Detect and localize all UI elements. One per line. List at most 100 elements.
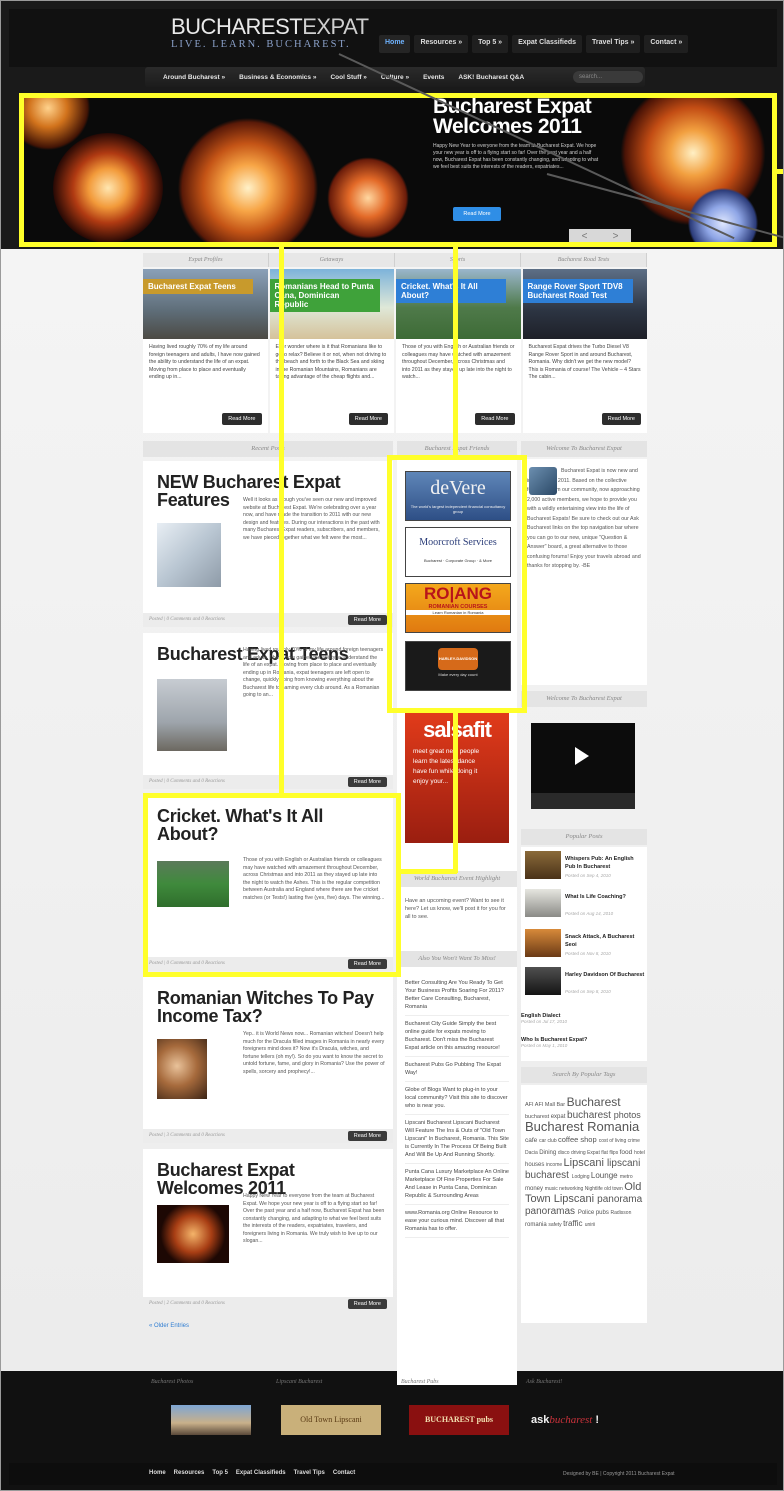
popular-post[interactable]: English Dialect Posted on Jul 17, 2010: [521, 1013, 647, 1024]
footer-link[interactable]: Resources: [174, 1470, 205, 1476]
post-title[interactable]: Cricket. What's It All About?: [143, 795, 393, 843]
older-entries-link[interactable]: « Older Entries: [149, 1323, 189, 1329]
tag-link[interactable]: Nightlife: [585, 1186, 604, 1192]
list-item[interactable]: Lipscani Bucharest Lipscani Bucharest Wi…: [405, 1115, 509, 1164]
play-icon[interactable]: [575, 747, 589, 765]
post-title[interactable]: Bucharest Expat Welcomes 2011: [143, 1149, 393, 1197]
subnav-events[interactable]: Events: [423, 74, 444, 81]
bucharest-photos-image[interactable]: [171, 1405, 251, 1435]
tag-link[interactable]: Romania: [587, 1119, 639, 1134]
subnav-around-bucharest[interactable]: Around Bucharest »: [163, 74, 225, 81]
footer-link[interactable]: Top 5: [212, 1470, 228, 1476]
tab-expat-profiles[interactable]: Expat Profiles: [143, 253, 269, 267]
tag-link[interactable]: networking: [559, 1186, 585, 1192]
tag-link[interactable]: music: [545, 1186, 559, 1192]
tab-road-tests[interactable]: Bucharest Road Tests: [521, 253, 647, 267]
tag-link[interactable]: unirii: [585, 1222, 596, 1228]
tag-link[interactable]: AFI: [525, 1102, 535, 1108]
popular-post[interactable]: Snack Attack, A Bucharest Seoi Posted on…: [521, 929, 647, 963]
harley-davidson-ad[interactable]: HARLEY-DAVIDSON Make every day count: [405, 641, 511, 691]
tag-link[interactable]: coffee shop: [558, 1135, 599, 1144]
tag-link[interactable]: traffic: [563, 1219, 585, 1228]
hero-read-more-button[interactable]: Read More: [453, 207, 501, 221]
tag-link[interactable]: money: [525, 1186, 545, 1192]
footer-link[interactable]: Travel Tips: [294, 1470, 325, 1476]
tag-link[interactable]: Dining: [539, 1150, 558, 1156]
read-more-button[interactable]: Read More: [347, 615, 387, 625]
tag-link[interactable]: cost of living: [599, 1138, 628, 1144]
tag-link[interactable]: crime: [628, 1138, 640, 1144]
card-label[interactable]: Cricket. What's It All About?: [396, 279, 506, 303]
footer-link[interactable]: Home: [149, 1470, 166, 1476]
read-more-button[interactable]: Read More: [348, 413, 388, 425]
tag-link[interactable]: Lodging: [572, 1174, 591, 1180]
post-thumbnail[interactable]: [157, 861, 229, 907]
read-more-button[interactable]: Read More: [347, 777, 387, 787]
footer-link[interactable]: Expat Classifieds: [236, 1470, 286, 1476]
nav-expat-classifieds[interactable]: Expat Classifieds: [512, 35, 583, 53]
tag-link[interactable]: Radisson: [611, 1210, 632, 1216]
tag-link[interactable]: club: [547, 1138, 558, 1144]
post-thumbnail[interactable]: [157, 1205, 229, 1263]
tag-link[interactable]: Expat: [587, 1150, 601, 1156]
tag-link[interactable]: romania: [525, 1222, 548, 1228]
card-label[interactable]: Bucharest Expat Teens: [143, 279, 253, 294]
tag-link[interactable]: Lounge: [591, 1171, 620, 1180]
roang-ad[interactable]: RO|ANG ROMANIAN COURSES Learn Romanian i…: [405, 583, 511, 633]
popular-post[interactable]: Whispers Pub: An English Pub In Buchares…: [521, 851, 647, 885]
tag-link[interactable]: metro: [620, 1174, 633, 1180]
slider-prev-icon[interactable]: <: [582, 229, 588, 245]
tag-link[interactable]: safety: [548, 1222, 563, 1228]
nav-resources[interactable]: Resources »: [414, 35, 469, 53]
card-label[interactable]: Romanians Head to Punta Cana, Dominican …: [269, 279, 380, 312]
tag-link[interactable]: houses: [525, 1162, 546, 1168]
subnav-ask-bucharest[interactable]: ASK! Bucharest Q&A: [458, 74, 524, 81]
tag-link[interactable]: driving: [571, 1150, 587, 1156]
nav-home[interactable]: Home: [379, 35, 411, 53]
read-more-button[interactable]: Read More: [475, 413, 515, 425]
tag-link[interactable]: old town: [604, 1186, 624, 1192]
search-input[interactable]: search...: [573, 71, 643, 83]
tag-link[interactable]: Dacia: [525, 1150, 539, 1156]
tag-link[interactable]: flips: [609, 1150, 619, 1156]
devere-ad[interactable]: deVere The world's largest independent f…: [405, 471, 511, 521]
video-controls[interactable]: [531, 793, 635, 809]
bucharest-pubs-logo[interactable]: BUCHAREST pubs: [409, 1405, 509, 1435]
subnav-cool-stuff[interactable]: Cool Stuff »: [330, 74, 366, 81]
post-thumbnail[interactable]: [157, 523, 221, 587]
welcome-video[interactable]: [531, 723, 635, 809]
tag-link[interactable]: AFI Mall: [535, 1102, 557, 1108]
list-item[interactable]: Globe of Blogs Want to plug-in to your l…: [405, 1082, 509, 1115]
list-item[interactable]: Bucharest Pubs Go Pubbing The Expat Way!: [405, 1057, 509, 1082]
moorcroft-ad[interactable]: Moorcroft Services Bucharest · Corporate…: [405, 527, 511, 577]
list-item[interactable]: www.Romania.org Online Resource to ease …: [405, 1205, 509, 1238]
post-thumbnail[interactable]: [157, 1039, 207, 1099]
footer-link[interactable]: Contact: [333, 1470, 355, 1476]
tag-link[interactable]: Bucharest: [525, 1119, 587, 1134]
tag-link[interactable]: food: [620, 1149, 634, 1156]
popular-post[interactable]: What Is Life Coaching? Posted on Aug 14,…: [521, 889, 647, 923]
tab-getaways[interactable]: Getaways: [269, 253, 395, 267]
read-more-button[interactable]: Read More: [347, 1131, 387, 1141]
tag-link[interactable]: pubs: [596, 1210, 611, 1216]
list-item[interactable]: Punta Cana Luxury Marketplace An Online …: [405, 1164, 509, 1205]
tab-sports[interactable]: Sports: [395, 253, 521, 267]
tag-link[interactable]: Bucharest: [567, 1095, 621, 1109]
subnav-business[interactable]: Business & Economics »: [239, 74, 316, 81]
nav-contact[interactable]: Contact »: [644, 35, 689, 53]
tag-link[interactable]: disco: [558, 1150, 571, 1156]
read-more-button[interactable]: Read More: [222, 413, 262, 425]
tag-link[interactable]: hotel: [634, 1150, 645, 1156]
lipscani-logo[interactable]: Old Town Lipscani: [281, 1405, 381, 1435]
list-item[interactable]: Better Consulting Are You Ready To Get Y…: [405, 975, 509, 1016]
read-more-button[interactable]: Read More: [347, 959, 387, 969]
nav-travel-tips[interactable]: Travel Tips »: [586, 35, 641, 53]
tag-link[interactable]: panoramas: [525, 1206, 578, 1217]
slider-next-icon[interactable]: >: [613, 229, 619, 245]
post-title[interactable]: Romanian Witches To Pay Income Tax?: [143, 977, 393, 1025]
site-logo[interactable]: BUCHARESTEXPAT LIVE. LEARN. BUCHAREST.: [171, 15, 371, 55]
read-more-button[interactable]: Read More: [601, 413, 641, 425]
tag-link[interactable]: cafe: [525, 1137, 539, 1144]
popular-post[interactable]: Who Is Bucharest Expat? Posted on May 1,…: [521, 1037, 647, 1048]
nav-top5[interactable]: Top 5 »: [472, 35, 509, 53]
